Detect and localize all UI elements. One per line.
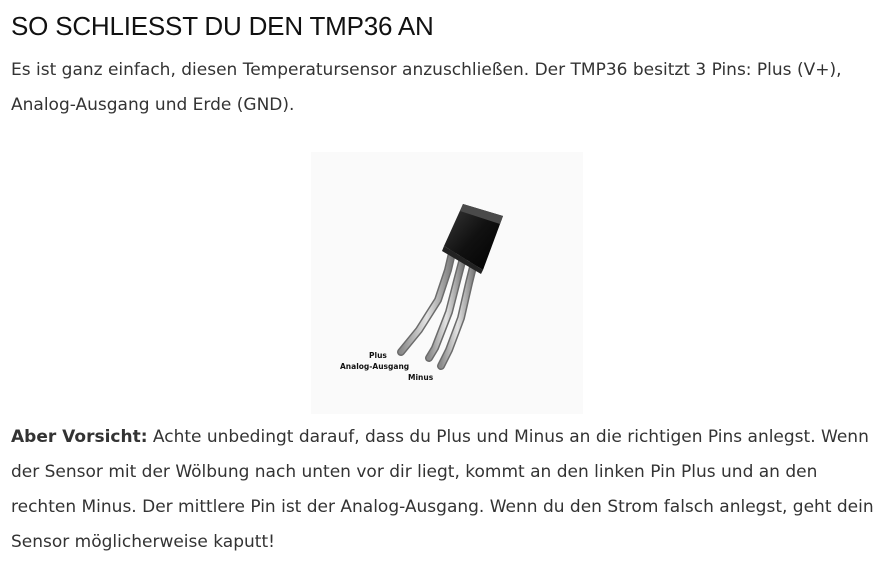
tmp36-sensor-image: Plus Analog-Ausgang Minus bbox=[311, 152, 583, 414]
intro-paragraph: Es ist ganz einfach, diesen Temperaturse… bbox=[11, 60, 842, 115]
warning-lead: Aber Vorsicht: bbox=[11, 427, 148, 447]
pin-label-minus: Minus bbox=[408, 373, 434, 382]
pin-label-analog: Analog-Ausgang bbox=[340, 362, 409, 371]
warning-paragraph: Aber Vorsicht: Achte unbedingt darauf, d… bbox=[11, 420, 881, 560]
sensor-legs bbox=[397, 249, 478, 370]
page-title: SO SCHLIESST DU DEN TMP36 AN bbox=[11, 11, 434, 41]
pin-label-plus: Plus bbox=[369, 351, 387, 360]
